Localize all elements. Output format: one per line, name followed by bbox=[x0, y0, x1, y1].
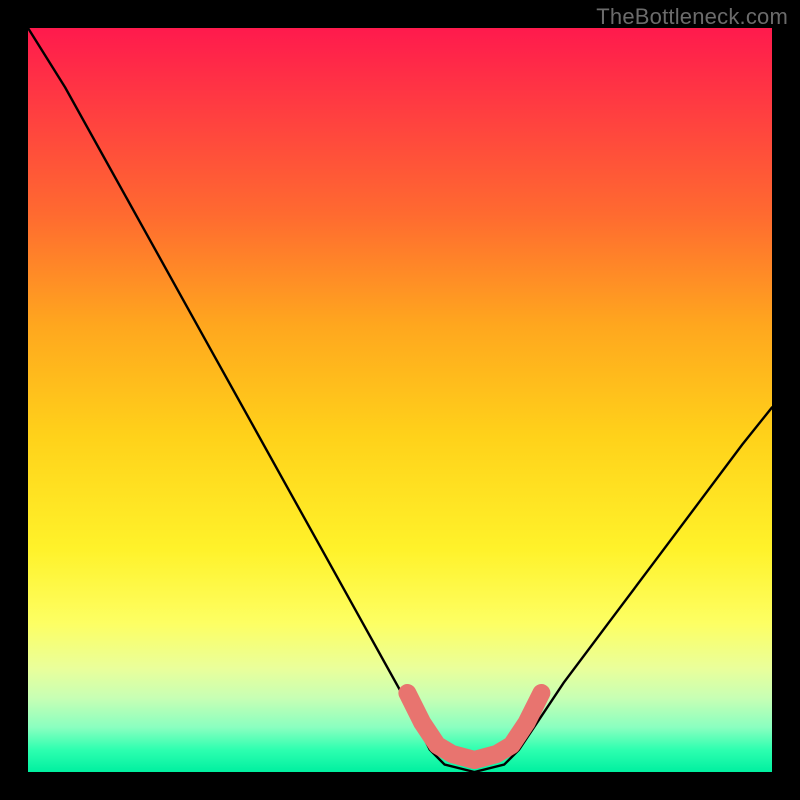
gradient-plot-area bbox=[28, 28, 772, 772]
curve-overlay bbox=[28, 28, 772, 772]
chart-frame: TheBottleneck.com bbox=[0, 0, 800, 800]
bottleneck-curve-path bbox=[28, 28, 772, 772]
optimal-band-path bbox=[407, 693, 541, 760]
watermark-text: TheBottleneck.com bbox=[596, 4, 788, 30]
